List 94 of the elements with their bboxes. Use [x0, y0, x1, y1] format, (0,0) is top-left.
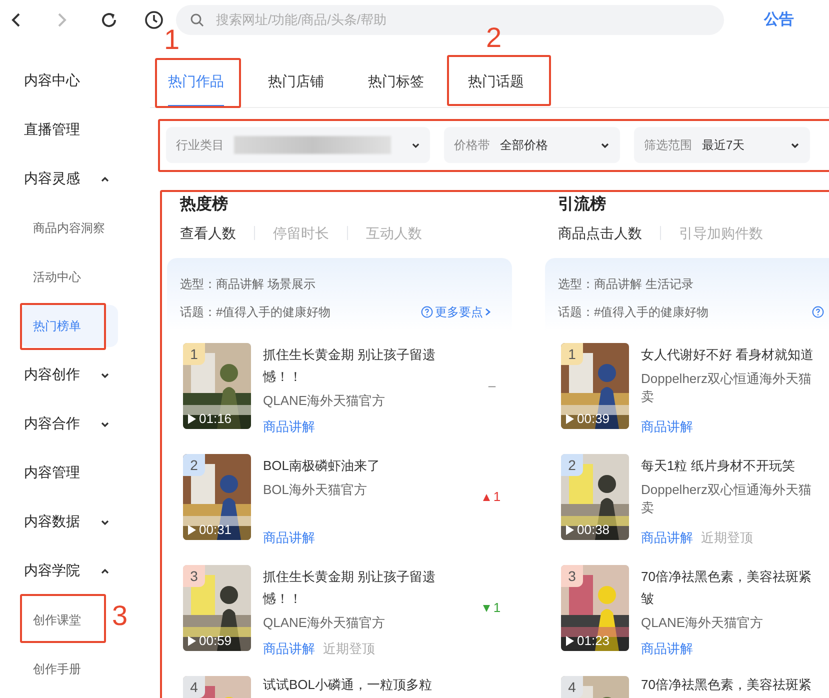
play-icon: [565, 412, 575, 424]
shop-name: 卖: [641, 390, 655, 404]
sidebar-item[interactable]: 内容学院: [24, 560, 80, 581]
topic-line: 话题：#值得入手的健康好物: [558, 304, 709, 321]
tag-label: 近期登顶: [701, 528, 753, 546]
shop-name: 卖: [641, 501, 655, 515]
rank-down-icon: [483, 604, 490, 612]
help-link[interactable]: 更多要点: [421, 303, 499, 321]
video-duration: 00:39: [577, 412, 610, 425]
video-title[interactable]: 70倍净祛黑色素，美容祛斑紧: [641, 566, 829, 588]
chevron-right-icon: [485, 308, 491, 316]
sidebar-item[interactable]: 内容合作: [24, 413, 80, 434]
play-icon: [565, 524, 575, 536]
rank-change: 1: [493, 599, 501, 618]
tab[interactable]: 热门标签: [368, 71, 424, 107]
topic-line: 话题：#值得入手的健康好物: [180, 304, 331, 321]
rank-change: 1: [493, 488, 501, 506]
shop-name: QLANE海外天猫官方: [263, 614, 386, 632]
help-icon: [812, 306, 824, 318]
shop-name: Doppelherz双心恒通海外天猫: [641, 481, 812, 499]
play-icon: [187, 412, 197, 424]
notice-link[interactable]: 公告: [764, 8, 794, 32]
play-icon: [565, 634, 575, 646]
play-icon: [187, 524, 197, 536]
sidebar-item[interactable]: 内容数据: [24, 511, 80, 532]
rank-badge: 4: [561, 676, 583, 698]
rank-badge: 1: [561, 343, 583, 365]
metric-tab[interactable]: 查看人数: [180, 222, 236, 244]
video-thumbnail[interactable]: 4: [561, 676, 629, 698]
filter-dropdown[interactable]: 价格带 全部价格: [444, 127, 620, 163]
tag-link[interactable]: 商品讲解: [641, 528, 693, 547]
rank-badge: 3: [561, 565, 583, 587]
tag-link[interactable]: 商品讲解: [641, 416, 693, 436]
board-title: 热度榜: [180, 194, 229, 215]
video-title[interactable]: 憾！！: [263, 588, 460, 610]
rank-up-icon: [483, 494, 490, 500]
board-title: 引流榜: [558, 194, 607, 215]
video-duration: 01:23: [577, 634, 610, 647]
video-duration: 00:31: [199, 523, 232, 536]
tag-label: 近期登顶: [323, 640, 375, 658]
shop-name: Doppelherz双心恒通海外天猫: [641, 370, 812, 388]
video-thumbnail[interactable]: 2 00:31: [183, 454, 251, 540]
tag-link[interactable]: 商品讲解: [641, 638, 693, 658]
tag-link[interactable]: 商品讲解: [263, 416, 315, 436]
rank-badge: 3: [183, 565, 205, 587]
video-title[interactable]: 憾！！: [263, 366, 460, 388]
sidebar-item[interactable]: 内容中心: [24, 70, 80, 91]
video-thumbnail[interactable]: 1 01:16: [183, 343, 251, 429]
sidebar-item[interactable]: 内容创作: [24, 364, 80, 385]
filter-dropdown[interactable]: 筛选范围 最近7天: [634, 127, 810, 163]
shop-name: QLANE海外天猫官方: [641, 614, 764, 632]
rank-badge: 4: [183, 676, 205, 698]
video-duration: 01:16: [199, 412, 232, 425]
video-title[interactable]: 抓住生长黄金期 别让孩子留遗: [263, 566, 460, 588]
video-title[interactable]: 女人代谢好不好 看身材就知道: [641, 344, 829, 366]
play-icon: [187, 634, 197, 646]
shop-name: QLANE海外天猫官方: [263, 392, 386, 410]
tab[interactable]: 热门店铺: [268, 71, 324, 107]
rank-badge: 2: [561, 454, 583, 476]
sidebar-subitem[interactable]: 创作手册: [20, 648, 94, 690]
search-icon: [190, 13, 204, 27]
sidebar-subitem[interactable]: 商品内容洞察: [20, 206, 118, 248]
type-line: 选型：商品讲解 场景展示: [180, 276, 316, 293]
video-title[interactable]: 抓住生长黄金期 别让孩子留遗: [263, 344, 460, 366]
sidebar-subitem[interactable]: 活动中心: [20, 256, 94, 298]
sidebar-item[interactable]: 内容管理: [24, 462, 80, 483]
back-icon[interactable]: [10, 12, 22, 28]
rank-badge: 2: [183, 454, 205, 476]
tag-link[interactable]: 商品讲解: [263, 528, 315, 547]
type-line: 选型：商品讲解 生活记录: [558, 276, 694, 293]
help-icon: [421, 306, 433, 318]
shop-name: BOL海外天猫官方: [263, 481, 368, 499]
metric-tab[interactable]: 商品点击人数: [558, 222, 642, 244]
sidebar-item[interactable]: 内容灵感: [24, 168, 80, 189]
sidebar-item[interactable]: 直播管理: [24, 119, 80, 140]
sidebar-subitem[interactable]: 热门榜单: [20, 304, 118, 346]
video-duration: 00:38: [577, 523, 610, 536]
video-title[interactable]: 试试BOL小磷通，一粒顶多粒: [263, 677, 512, 693]
tag-link[interactable]: 商品讲解: [263, 638, 315, 658]
video-thumbnail[interactable]: 1 00:39: [561, 343, 629, 429]
video-thumbnail[interactable]: 2 00:38: [561, 454, 629, 540]
video-title[interactable]: 每天1粒 纸片身材不开玩笑: [641, 455, 829, 477]
video-thumbnail[interactable]: 3 00:59: [183, 565, 251, 651]
history-icon[interactable]: [144, 10, 164, 30]
video-title[interactable]: BOL南极磷虾油来了: [263, 455, 460, 477]
rank-change: –: [488, 377, 496, 396]
video-thumbnail[interactable]: 3 01:23: [561, 565, 629, 651]
video-title[interactable]: 70倍净祛黑色素，美容祛斑紧: [641, 677, 829, 693]
video-duration: 00:59: [199, 634, 232, 647]
annotation-number: 3: [112, 600, 128, 632]
refresh-icon[interactable]: [100, 11, 118, 29]
video-title[interactable]: 皱: [641, 588, 829, 610]
video-thumbnail[interactable]: 4: [183, 676, 251, 698]
rank-badge: 1: [183, 343, 205, 365]
